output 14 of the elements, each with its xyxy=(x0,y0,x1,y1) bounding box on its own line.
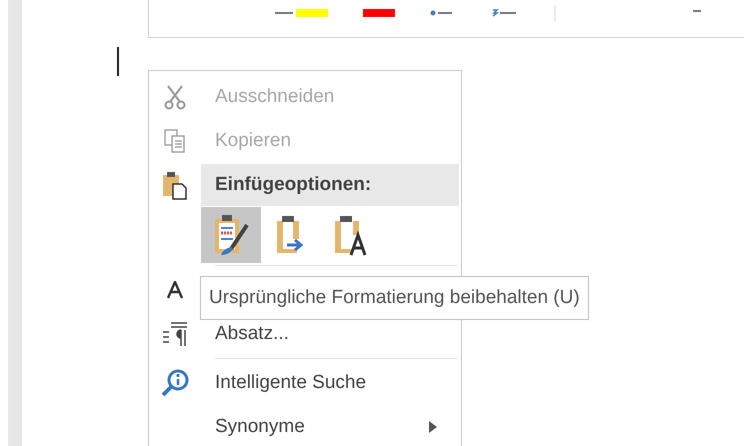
paragraph-icon xyxy=(161,320,189,348)
scissors-icon xyxy=(163,84,187,110)
menu-item[interactable]: Intelligente Suche xyxy=(201,372,366,394)
tooltip: Ursprüngliche Formatierung beibehalten (U) xyxy=(200,276,589,320)
menu-item[interactable]: Synonyme xyxy=(201,416,429,438)
font-icon xyxy=(167,281,183,299)
smart-lookup-icon xyxy=(160,368,190,398)
copy-icon xyxy=(164,129,186,153)
paste-icon xyxy=(162,170,188,200)
menu-section-header: Einfügeoptionen: xyxy=(201,164,459,206)
submenu-arrow-icon xyxy=(429,421,437,433)
paste-option-button[interactable] xyxy=(201,207,261,263)
text-cursor xyxy=(117,47,119,76)
menu-item[interactable]: Absatz... xyxy=(201,323,289,345)
